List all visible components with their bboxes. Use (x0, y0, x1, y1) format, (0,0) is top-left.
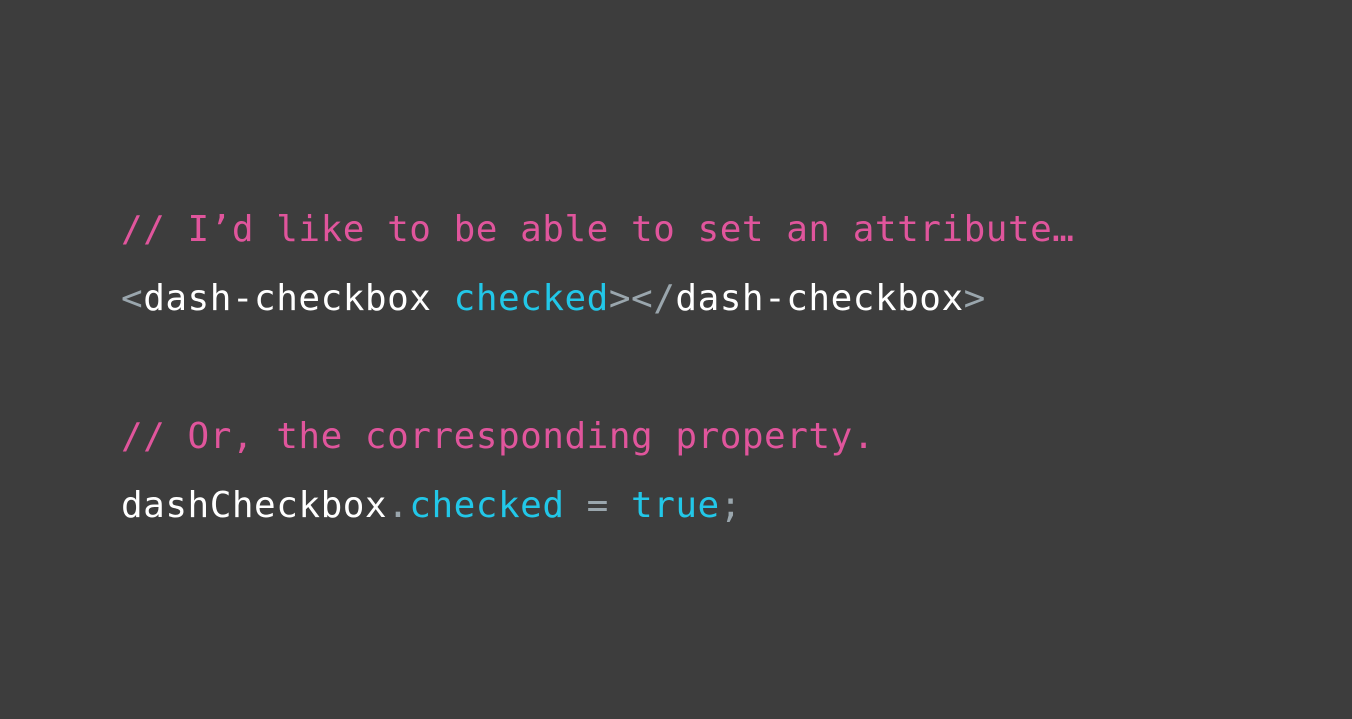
closing-tag-brackets: ></ (608, 278, 676, 319)
open-angle-bracket: < (121, 278, 144, 319)
comment-property-line: // Or, the corresponding property. (121, 416, 875, 457)
code-slide: // I’d like to be able to set an attribu… (0, 0, 1352, 719)
comment-attribute-line: // I’d like to be able to set an attribu… (121, 209, 1075, 250)
tag-name-close: dash-checkbox (675, 278, 964, 319)
html-element-line: <dash-checkbox checked></dash-checkbox> (121, 277, 986, 321)
close-angle-bracket: > (963, 278, 986, 319)
code-block: // I’d like to be able to set an attribu… (121, 0, 1074, 526)
semicolon: ; (719, 485, 742, 526)
checked-attribute: checked (453, 278, 609, 319)
checked-property: checked (409, 485, 565, 526)
object-name: dashCheckbox (121, 485, 388, 526)
true-value: true (631, 485, 720, 526)
equals-operator: = (564, 485, 632, 526)
property-assignment-line: dashCheckbox.checked = true; (121, 484, 742, 528)
tag-name-open: dash-checkbox (143, 278, 432, 319)
dot-operator: . (387, 485, 410, 526)
